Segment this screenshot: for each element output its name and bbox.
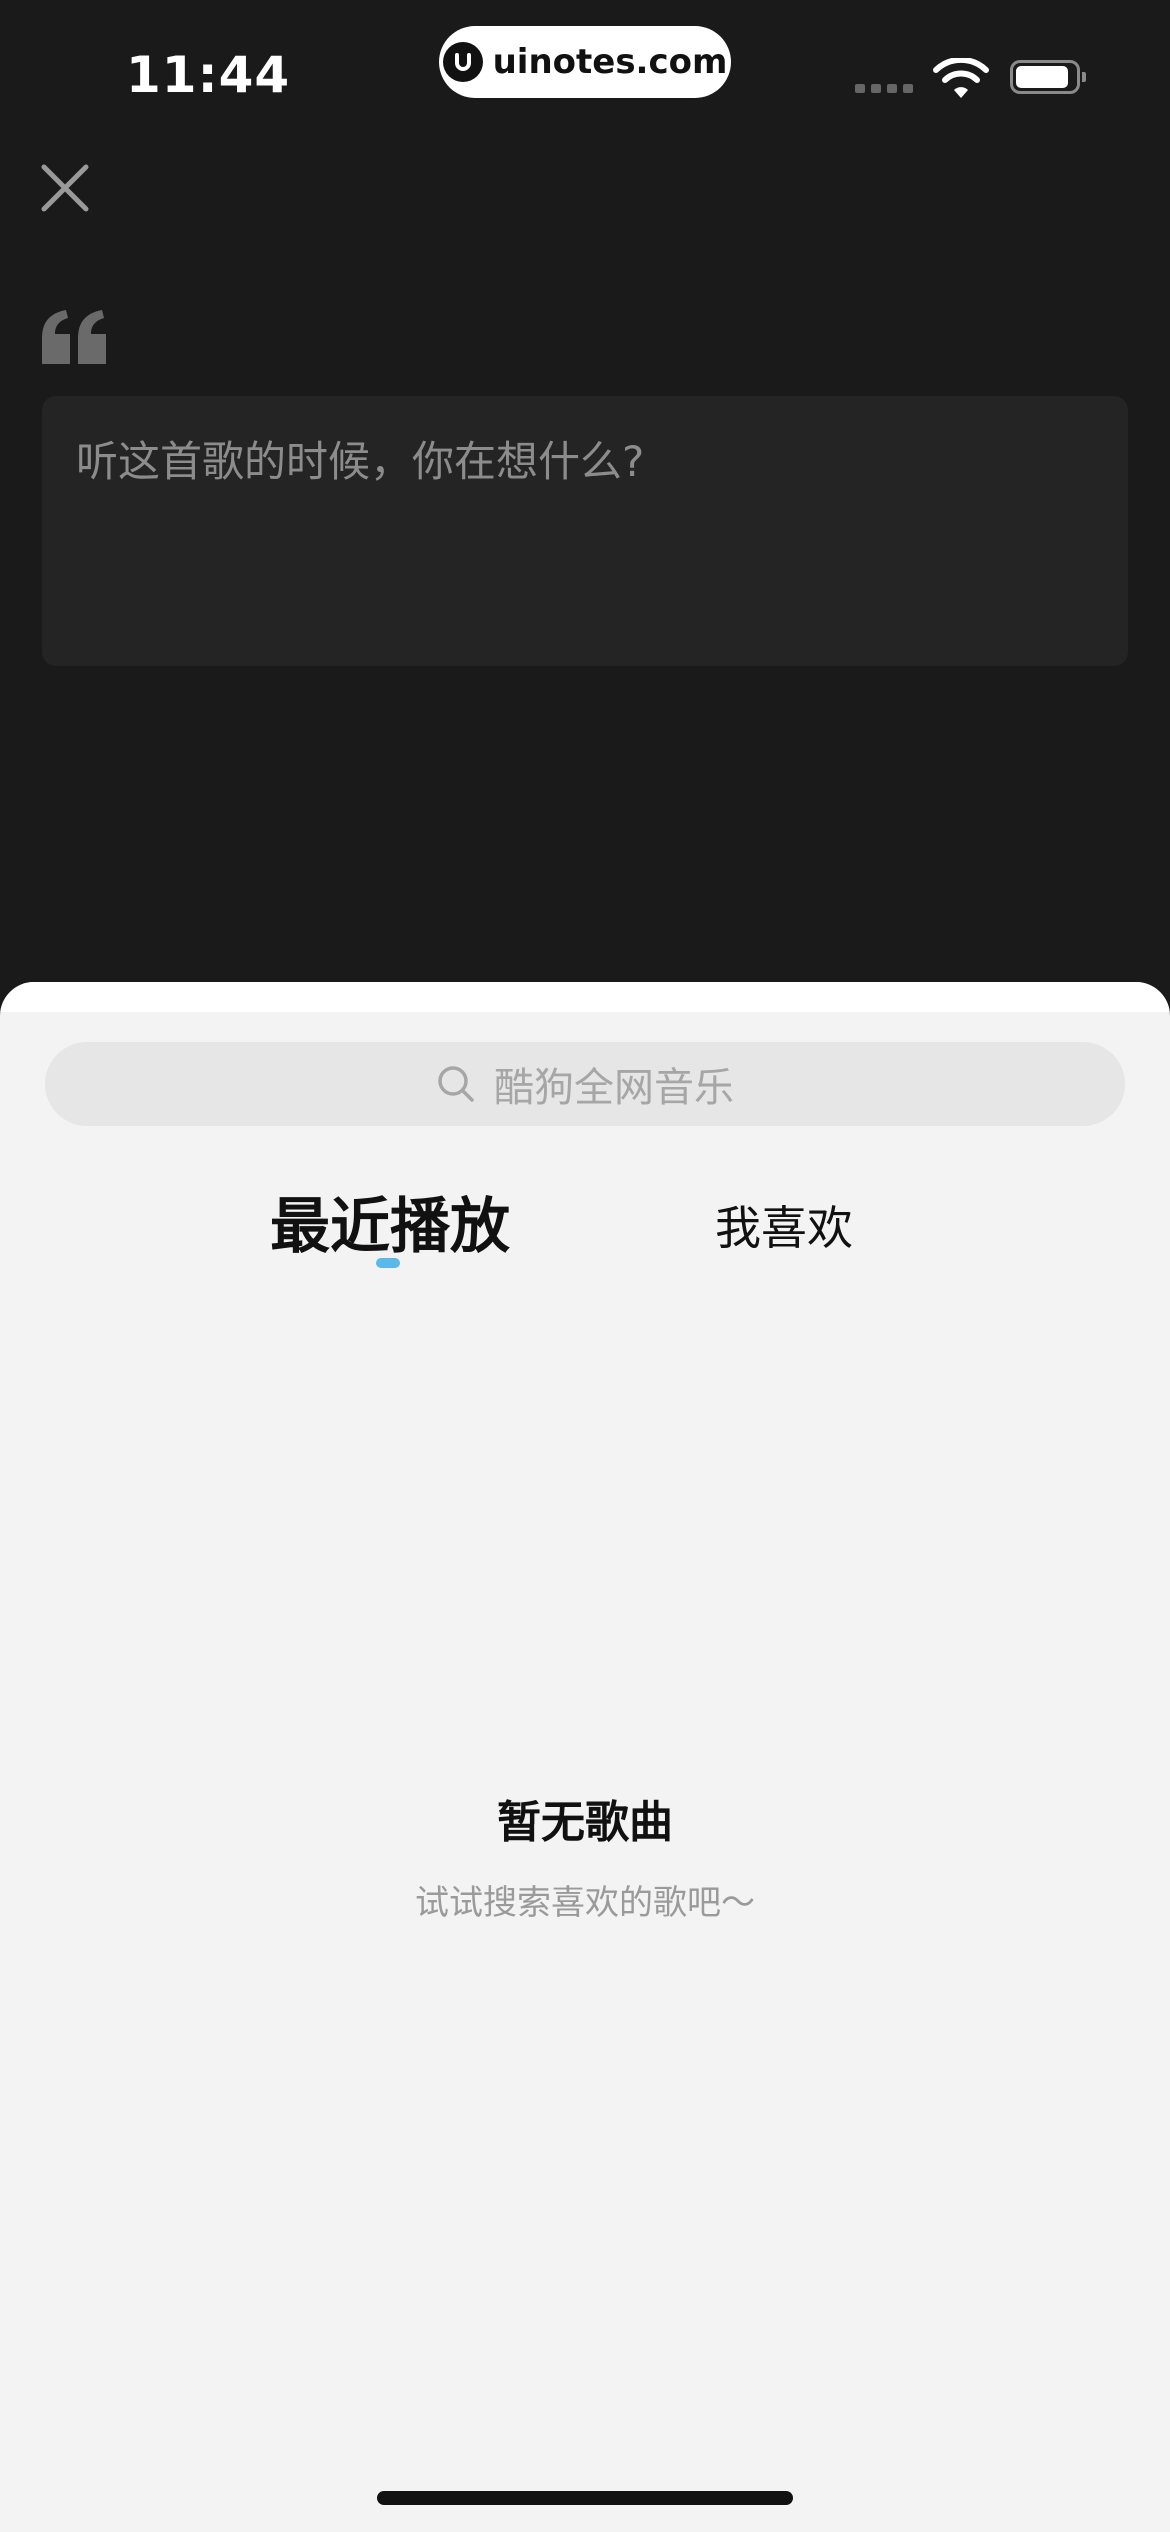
status-time: 11:44	[126, 46, 291, 104]
quote-icon	[42, 310, 106, 364]
tab-recent-plays[interactable]: 最近播放	[270, 1178, 510, 1265]
empty-state-title: 暂无歌曲	[497, 1797, 673, 1848]
search-placeholder: 酷狗全网音乐	[494, 1065, 734, 1111]
search-input[interactable]: 酷狗全网音乐	[45, 1042, 1125, 1126]
screen: 11:44 uinotes.com 听这首歌的时候，你在想什么? 酷狗全网音乐 …	[0, 0, 1170, 2532]
sheet-top-strip	[0, 982, 1170, 1012]
song-picker-sheet: 酷狗全网音乐 最近播放 我喜欢 暂无歌曲 试试搜索喜欢的歌吧～	[0, 982, 1170, 2532]
close-button[interactable]	[40, 163, 90, 213]
home-indicator	[377, 2491, 793, 2505]
cellular-signal-icon	[855, 84, 913, 93]
url-pill[interactable]: uinotes.com	[439, 26, 731, 98]
url-text: uinotes.com	[492, 42, 728, 82]
search-icon	[438, 1066, 474, 1102]
battery-icon	[1010, 60, 1086, 94]
uinotes-logo-icon	[442, 42, 483, 82]
empty-state-hint: 试试搜索喜欢的歌吧～	[415, 1883, 755, 1923]
wifi-icon	[933, 58, 989, 98]
active-tab-indicator	[376, 1258, 400, 1268]
thought-input[interactable]: 听这首歌的时候，你在想什么?	[42, 396, 1128, 666]
tab-liked-songs[interactable]: 我喜欢	[715, 1192, 853, 1258]
